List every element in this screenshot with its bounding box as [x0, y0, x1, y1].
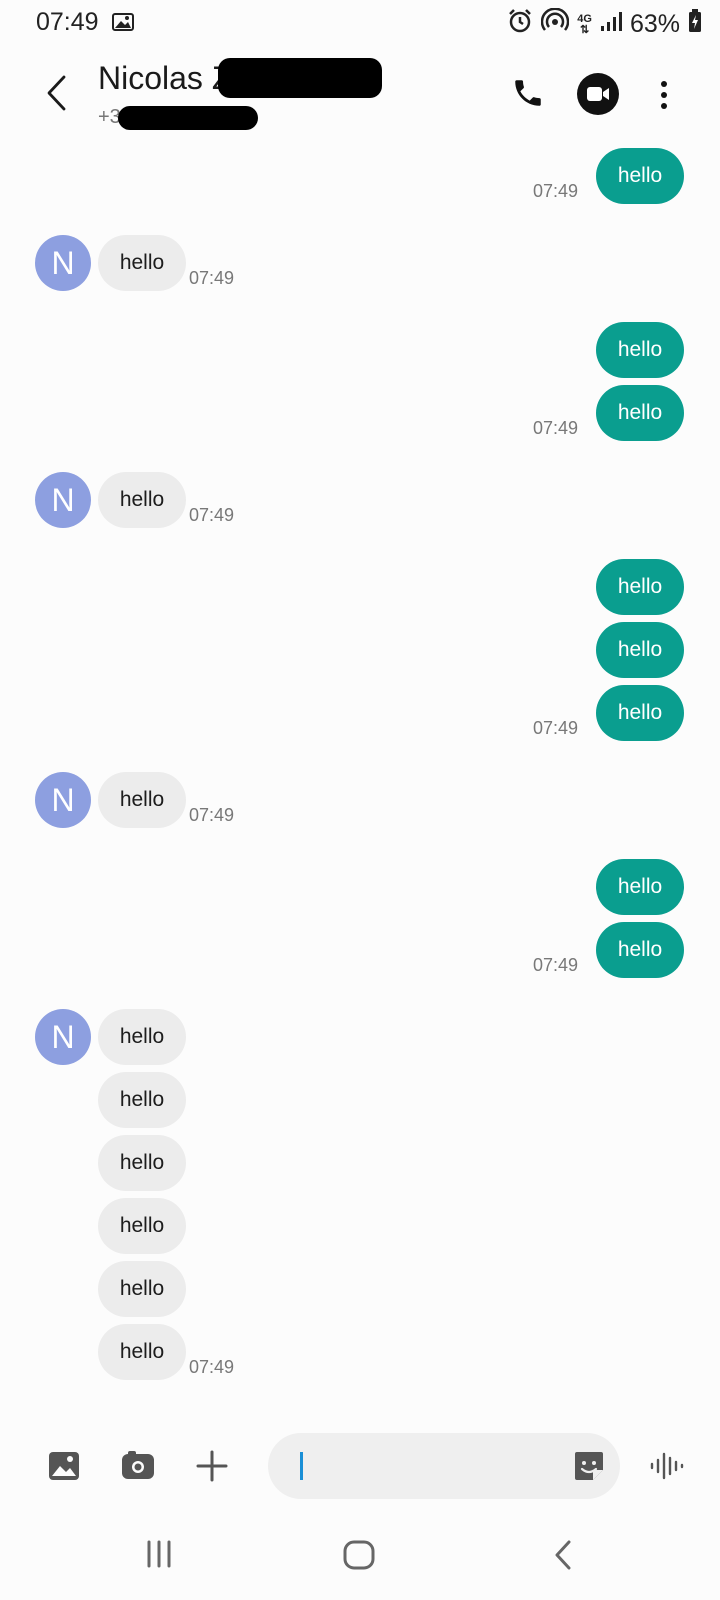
incoming-message-bubble[interactable]: hello: [98, 235, 186, 291]
status-indicators: 4G ⇅ 63%: [507, 7, 702, 41]
incoming-message-bubble[interactable]: hello: [98, 1261, 186, 1317]
signal-icon: [600, 10, 622, 39]
hotspot-icon: [541, 7, 570, 41]
plus-icon[interactable]: [196, 1450, 228, 1487]
more-options-icon[interactable]: [660, 80, 668, 115]
incoming-message-bubble[interactable]: hello: [98, 1324, 186, 1380]
camera-icon[interactable]: [121, 1450, 155, 1485]
incoming-message-bubble[interactable]: hello: [98, 472, 186, 528]
back-icon[interactable]: [552, 1540, 574, 1575]
message-timestamp: 07:49: [189, 505, 235, 525]
outgoing-message-bubble[interactable]: hello: [596, 685, 684, 741]
message-timestamp: 07:49: [532, 181, 578, 201]
phone-icon[interactable]: [511, 76, 545, 115]
outgoing-message-bubble[interactable]: hello: [596, 148, 684, 204]
avatar[interactable]: N: [35, 1009, 91, 1065]
outgoing-message-bubble[interactable]: hello: [596, 859, 684, 915]
voice-icon[interactable]: [650, 1450, 684, 1487]
gallery-icon[interactable]: [48, 1450, 80, 1487]
incoming-message-bubble[interactable]: hello: [98, 1198, 186, 1254]
outgoing-message-bubble[interactable]: hello: [596, 385, 684, 441]
status-time: 07:49: [36, 8, 99, 36]
message-timestamp: 07:49: [532, 955, 578, 975]
incoming-message-bubble[interactable]: hello: [98, 772, 186, 828]
outgoing-message-bubble[interactable]: hello: [596, 622, 684, 678]
sticker-icon[interactable]: [573, 1450, 605, 1487]
contact-name[interactable]: Nicolas Z: [98, 60, 231, 97]
battery-percent: 63%: [629, 10, 680, 38]
redaction-mark: [218, 58, 382, 98]
network-4g-icon: 4G ⇅: [577, 12, 592, 36]
network-type: 4G: [577, 12, 592, 25]
incoming-message-bubble[interactable]: hello: [98, 1072, 186, 1128]
avatar[interactable]: N: [35, 772, 91, 828]
redaction-mark: [118, 106, 258, 130]
video-call-icon[interactable]: [577, 73, 619, 115]
alarm-icon: [507, 8, 533, 41]
outgoing-message-bubble[interactable]: hello: [596, 559, 684, 615]
message-timestamp: 07:49: [532, 418, 578, 438]
avatar[interactable]: N: [35, 235, 91, 291]
outgoing-message-bubble[interactable]: hello: [596, 922, 684, 978]
avatar[interactable]: N: [35, 472, 91, 528]
back-arrow-icon[interactable]: [44, 74, 70, 117]
message-timestamp: 07:49: [189, 1357, 235, 1377]
image-icon: [112, 13, 134, 31]
message-input[interactable]: [268, 1433, 620, 1499]
incoming-message-bubble[interactable]: hello: [98, 1009, 186, 1065]
home-icon[interactable]: [343, 1540, 375, 1575]
message-timestamp: 07:49: [532, 718, 578, 738]
outgoing-message-bubble[interactable]: hello: [596, 322, 684, 378]
incoming-message-bubble[interactable]: hello: [98, 1135, 186, 1191]
recent-apps-icon[interactable]: [145, 1540, 173, 1573]
battery-charging-icon: [688, 9, 702, 40]
message-timestamp: 07:49: [189, 805, 235, 825]
message-timestamp: 07:49: [189, 268, 235, 288]
text-cursor: [300, 1452, 303, 1480]
